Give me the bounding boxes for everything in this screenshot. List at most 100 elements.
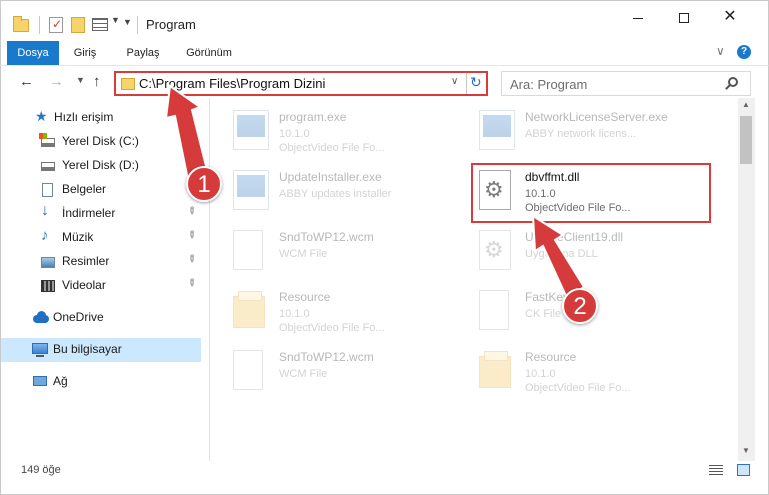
large-icons-view-icon[interactable] bbox=[737, 464, 750, 476]
step-badge-1: 1 bbox=[186, 166, 222, 202]
pin-icon[interactable]: ✎ bbox=[184, 229, 198, 243]
navigation-bar: ← → ▼ ↑ C:\Program Files\Program Dizini … bbox=[0, 65, 769, 98]
search-input[interactable]: Ara: Program bbox=[510, 77, 587, 92]
chevron-down-icon[interactable]: ▼ bbox=[111, 15, 120, 25]
exe-icon bbox=[479, 110, 515, 150]
sidebar-item-label: OneDrive bbox=[53, 310, 104, 324]
file-name: Resource bbox=[279, 290, 331, 304]
search-box[interactable]: Ara: Program bbox=[501, 71, 751, 96]
file-item[interactable]: program.exe 10.1.0 ObjectVideo File Fo..… bbox=[227, 104, 467, 160]
sidebar-item-videos[interactable]: Videolar ✎ bbox=[1, 274, 201, 298]
file-list: program.exe 10.1.0 ObjectVideo File Fo..… bbox=[211, 98, 738, 461]
pin-icon[interactable]: ✎ bbox=[184, 277, 198, 291]
separator bbox=[39, 16, 40, 34]
file-version: 10.1.0 bbox=[279, 128, 310, 140]
help-icon[interactable]: ? bbox=[737, 45, 751, 59]
file-description: ObjectVideo File Fo... bbox=[525, 382, 631, 394]
separator bbox=[137, 16, 138, 34]
scroll-down-icon[interactable]: ▼ bbox=[742, 446, 750, 455]
maximize-button[interactable] bbox=[661, 1, 707, 33]
close-button[interactable]: ✕ bbox=[707, 1, 753, 33]
file-item[interactable]: UpdateClient19.dll Uygulama DLL bbox=[473, 224, 713, 280]
file-description: ObjectVideo File Fo... bbox=[279, 142, 385, 154]
folder-icon bbox=[13, 16, 29, 32]
minimize-icon bbox=[633, 17, 643, 19]
sidebar-item-downloads[interactable]: ↓ İndirmeler ✎ bbox=[1, 202, 201, 226]
customize-toolbar-icon[interactable]: ▼ bbox=[123, 17, 132, 27]
file-name: program.exe bbox=[279, 110, 347, 124]
file-name: SndToWP12.wcm bbox=[279, 230, 374, 244]
separator bbox=[466, 73, 467, 94]
sidebar-item-this-pc[interactable]: Bu bilgisayar bbox=[1, 338, 201, 362]
network-icon bbox=[33, 376, 47, 386]
expand-ribbon-icon[interactable]: ∨ bbox=[716, 44, 725, 58]
highlight-box bbox=[471, 163, 711, 223]
sidebar-item-label: Hızlı erişim bbox=[54, 110, 114, 124]
sidebar-item-label: Belgeler bbox=[62, 182, 107, 196]
tab-share[interactable]: Paylaş bbox=[121, 41, 165, 65]
file-type: WCM File bbox=[279, 248, 328, 260]
recent-locations-icon[interactable]: ▼ bbox=[76, 75, 85, 85]
file-item[interactable]: Resource 10.1.0 ObjectVideo File Fo... bbox=[473, 344, 713, 400]
view-options-icon[interactable] bbox=[92, 18, 108, 31]
sidebar-item-label: Ağ bbox=[53, 374, 68, 388]
exe-icon bbox=[233, 170, 269, 210]
window-frame bbox=[755, 98, 769, 461]
file-type: CK File bbox=[525, 308, 562, 320]
details-view-icon[interactable] bbox=[709, 465, 723, 475]
address-bar[interactable]: C:\Program Files\Program Dizini ∨ ↻ bbox=[114, 71, 488, 96]
file-item[interactable]: UpdateInstaller.exe ABBY updates install… bbox=[227, 164, 467, 220]
forward-arrow-icon[interactable]: → bbox=[49, 73, 64, 90]
drive-c-icon bbox=[39, 133, 55, 147]
title-bar: ▼ ▼ Program ✕ bbox=[0, 0, 769, 42]
pin-icon[interactable]: ✎ bbox=[184, 253, 198, 267]
navigation-pane: ★ Hızlı erişim Yerel Disk (C:) Yerel Dis… bbox=[0, 98, 210, 461]
tab-view[interactable]: Görünüm bbox=[179, 41, 239, 65]
music-icon: ♪ bbox=[41, 227, 49, 244]
sidebar-item-quick-access[interactable]: ★ Hızlı erişim bbox=[1, 106, 201, 130]
file-item[interactable]: Resource 10.1.0 ObjectVideo File Fo... bbox=[227, 284, 467, 340]
file-item[interactable]: SndToWP12.wcm WCM File bbox=[227, 344, 467, 400]
sidebar-item-network[interactable]: Ağ bbox=[1, 370, 201, 394]
up-arrow-icon[interactable]: ↑ bbox=[93, 73, 101, 90]
search-icon[interactable] bbox=[728, 77, 738, 87]
ribbon-tabs: Dosya Giriş Paylaş Görünüm ∨ ? bbox=[0, 41, 769, 65]
minimize-button[interactable] bbox=[615, 1, 661, 33]
sidebar-item-label: Müzik bbox=[62, 230, 94, 244]
sidebar-item-disk-c[interactable]: Yerel Disk (C:) bbox=[1, 130, 201, 154]
file-name: SndToWP12.wcm bbox=[279, 350, 374, 364]
sidebar-item-music[interactable]: ♪ Müzik ✎ bbox=[1, 226, 201, 250]
this-pc-icon bbox=[32, 343, 48, 357]
drive-icon bbox=[41, 162, 55, 171]
pin-icon[interactable]: ✎ bbox=[184, 205, 198, 219]
dll-gear-icon bbox=[479, 230, 511, 270]
address-path[interactable]: C:\Program Files\Program Dizini bbox=[139, 76, 325, 91]
exe-icon bbox=[233, 110, 269, 150]
documents-icon bbox=[42, 183, 53, 197]
file-description: ABBY updates installer bbox=[279, 188, 392, 200]
sidebar-item-onedrive[interactable]: OneDrive bbox=[1, 306, 201, 330]
sidebar-item-pictures[interactable]: Resimler ✎ bbox=[1, 250, 201, 274]
file-type: Uygulama DLL bbox=[525, 248, 598, 260]
tab-home[interactable]: Giriş bbox=[65, 41, 105, 65]
sidebar-item-disk-d[interactable]: Yerel Disk (D:) bbox=[1, 154, 201, 178]
refresh-icon[interactable]: ↻ bbox=[470, 74, 482, 91]
file-item[interactable]: SndToWP12.wcm WCM File bbox=[227, 224, 467, 280]
vertical-scrollbar[interactable]: ▲ ▼ bbox=[738, 98, 755, 461]
file-page-icon bbox=[233, 230, 263, 270]
star-icon: ★ bbox=[35, 108, 48, 124]
videos-icon bbox=[41, 280, 55, 292]
new-folder-icon[interactable] bbox=[71, 17, 85, 33]
scroll-up-icon[interactable]: ▲ bbox=[742, 100, 750, 109]
file-type: WCM File bbox=[279, 368, 328, 380]
sidebar-item-label: Yerel Disk (D:) bbox=[62, 158, 139, 172]
sidebar-item-documents[interactable]: Belgeler bbox=[1, 178, 201, 202]
tab-file[interactable]: Dosya bbox=[7, 41, 59, 65]
back-arrow-icon[interactable]: ← bbox=[19, 73, 34, 90]
properties-icon[interactable] bbox=[49, 17, 63, 33]
file-name: UpdateInstaller.exe bbox=[279, 170, 382, 184]
file-version: 10.1.0 bbox=[279, 308, 310, 320]
file-item[interactable]: NetworkLicenseServer.exe ABBY network li… bbox=[473, 104, 713, 160]
chevron-down-icon[interactable]: ∨ bbox=[451, 76, 458, 87]
scroll-thumb[interactable] bbox=[740, 116, 752, 164]
